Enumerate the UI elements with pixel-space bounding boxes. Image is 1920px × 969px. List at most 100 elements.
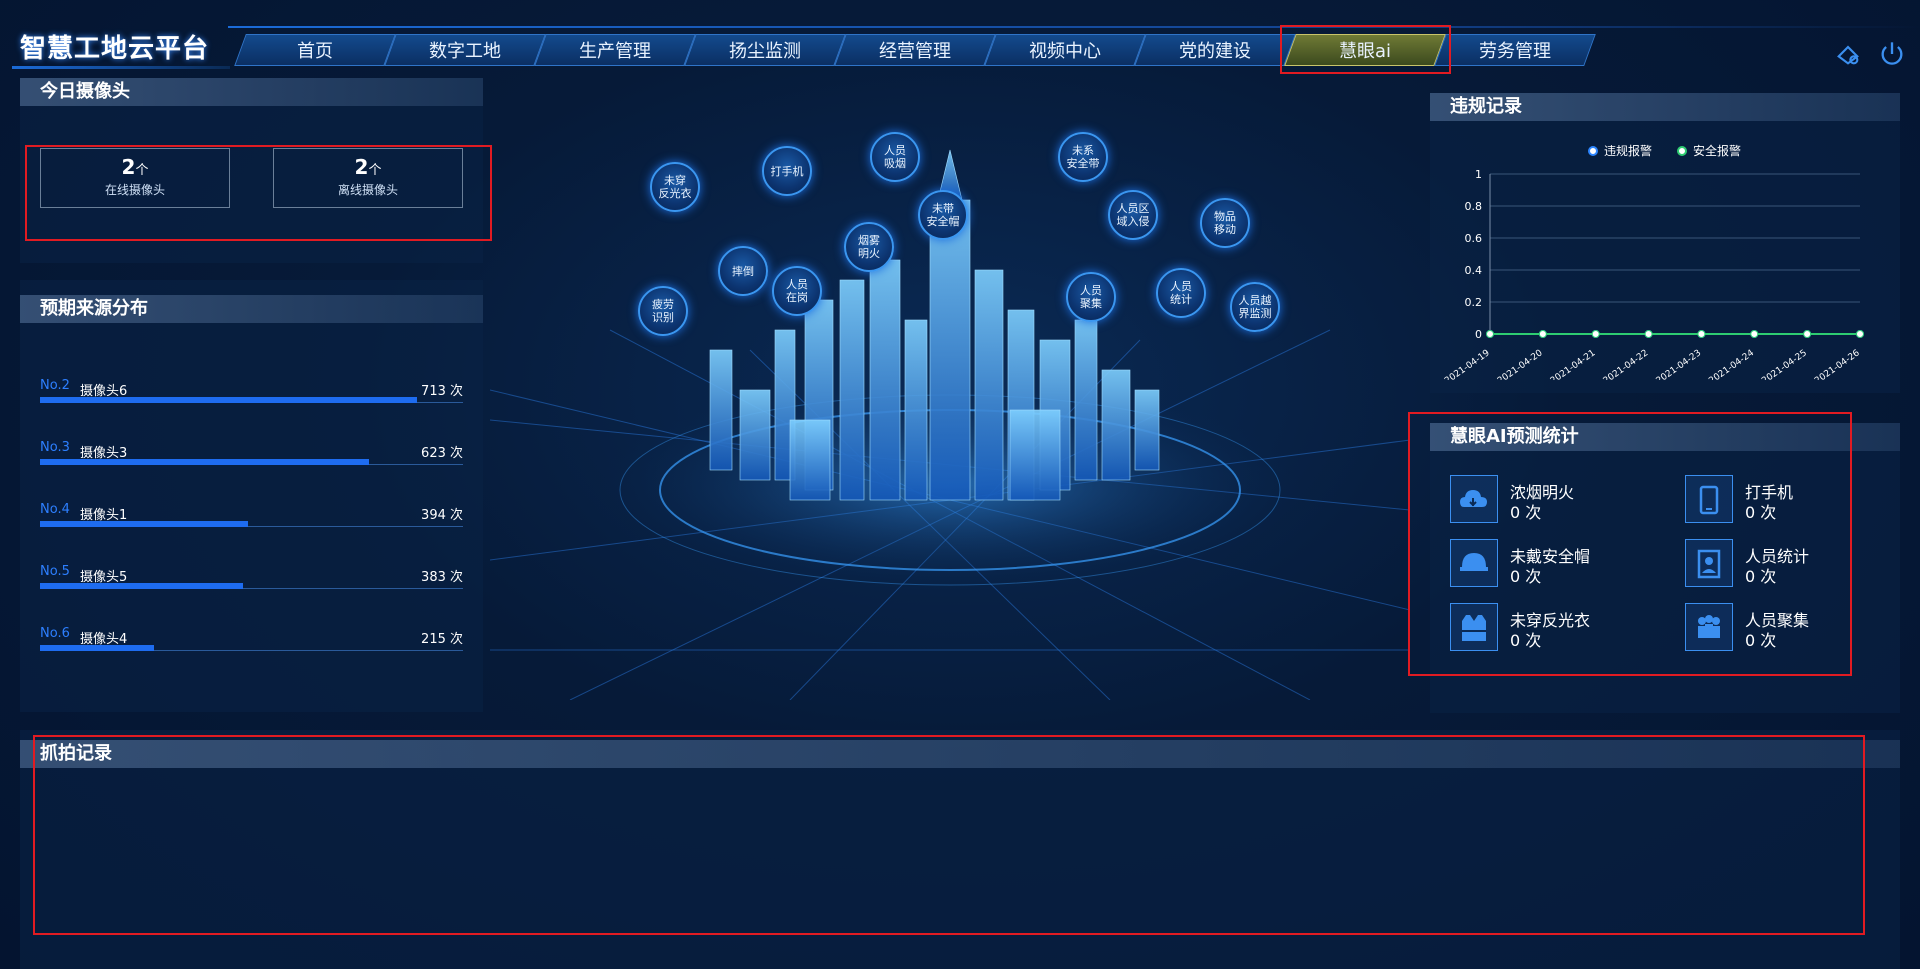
x-tick-label: 2021-04-24 bbox=[1707, 348, 1756, 380]
nav-label: 党的建设 bbox=[1179, 41, 1251, 62]
x-tick-label: 2021-04-23 bbox=[1655, 348, 1704, 380]
phone-icon bbox=[1699, 485, 1719, 515]
rank-bar bbox=[40, 397, 417, 403]
nav-label: 生产管理 bbox=[579, 41, 651, 62]
rank-row: No.4 摄像头1 394 次 bbox=[40, 502, 463, 530]
vest-icon bbox=[1462, 615, 1486, 641]
data-point bbox=[1486, 330, 1494, 338]
stat-icon-box bbox=[1450, 475, 1498, 523]
nav-party[interactable]: 党的建设 bbox=[1134, 34, 1296, 66]
violation-chart: 10.80.60.40.202021-04-19 2021-04-20 2021-0… bbox=[1443, 168, 1864, 380]
app-title: 智慧工地云平台 bbox=[20, 34, 210, 64]
rank-bar bbox=[40, 583, 243, 589]
person-count-icon bbox=[1697, 549, 1721, 579]
ai-stat-item: 浓烟明火 0 次 bbox=[1450, 475, 1680, 525]
ai-capability-bubble[interactable]: 人员 吸烟 bbox=[870, 132, 920, 182]
ai-stat-item: 人员聚集 0 次 bbox=[1685, 603, 1915, 653]
stat-icon-box bbox=[1685, 475, 1733, 523]
ai-stat-item: 打手机 0 次 bbox=[1685, 475, 1915, 525]
ai-capability-bubble[interactable]: 疲劳 识别 bbox=[638, 286, 688, 336]
source-panel: 预期来源分布 No.2 摄像头6 713 次 No.3 摄像头3 623 次 No.4 摄像头… bbox=[20, 280, 483, 712]
legend-marker-safety bbox=[1677, 145, 1687, 156]
nav-digital-site[interactable]: 数字工地 bbox=[384, 34, 546, 66]
y-tick-label: 1 bbox=[1475, 168, 1482, 181]
ai-capability-bubble[interactable]: 打手机 bbox=[762, 146, 812, 196]
ai-capability-bubble[interactable]: 烟雾 明火 bbox=[844, 222, 894, 272]
ai-capability-bubble[interactable]: 人员 聚集 bbox=[1066, 272, 1116, 322]
nav-labor[interactable]: 劳务管理 bbox=[1434, 34, 1596, 66]
cloud-fire-icon bbox=[1460, 490, 1487, 507]
nav-label: 劳务管理 bbox=[1479, 41, 1551, 62]
ai-capability-bubble[interactable]: 未穿 反光衣 bbox=[650, 162, 700, 212]
rank-row: No.2 摄像头6 713 次 bbox=[40, 378, 463, 406]
online-label: 在线摄像头 bbox=[104, 183, 165, 197]
stat-value: 0 次 bbox=[1510, 503, 1542, 522]
rank-no: No.2 bbox=[40, 378, 70, 393]
data-point bbox=[1697, 330, 1706, 338]
ai-capability-bubble[interactable]: 人员 统计 bbox=[1156, 268, 1206, 318]
camera-panel: 今日摄像头 2个 在线摄像头 2个 离线摄像头 bbox=[20, 78, 483, 263]
legend-marker-violation bbox=[1588, 145, 1598, 156]
nav-home[interactable]: 首页 bbox=[234, 34, 396, 66]
online-count: 2个 bbox=[41, 155, 229, 179]
y-tick-label: 0.6 bbox=[1465, 232, 1483, 245]
rank-bar bbox=[40, 645, 154, 651]
ai-stat-item: 人员统计 0 次 bbox=[1685, 539, 1915, 589]
helmet-icon bbox=[1460, 553, 1488, 571]
rank-no: No.4 bbox=[40, 502, 70, 517]
x-tick-label: 2021-04-20 bbox=[1496, 348, 1545, 380]
legend-violation: 违规报警 bbox=[1588, 142, 1652, 159]
panel-title: 预期来源分布 bbox=[20, 295, 483, 323]
nav-label: 慧眼ai bbox=[1338, 41, 1392, 62]
stat-icon-box bbox=[1685, 539, 1733, 587]
rank-no: No.5 bbox=[40, 564, 70, 579]
ai-stats-panel: 慧眼AI预测统计 浓烟明火 0 次打手机 0 次未戴安全帽 0 次人员统计 0 次未穿反… bbox=[1430, 423, 1900, 713]
y-tick-label: 0.8 bbox=[1465, 200, 1483, 213]
ai-capability-bubble[interactable]: 未带 安全帽 bbox=[918, 190, 968, 240]
ai-capability-bubble[interactable]: 人员区 域入侵 bbox=[1108, 190, 1158, 240]
nav-production[interactable]: 生产管理 bbox=[534, 34, 696, 66]
maintenance-icon[interactable] bbox=[1834, 40, 1862, 68]
offline-label: 离线摄像头 bbox=[337, 183, 398, 197]
rank-row: No.3 摄像头3 623 次 bbox=[40, 440, 463, 468]
offline-count: 2个 bbox=[274, 155, 462, 179]
y-tick-label: 0 bbox=[1475, 328, 1482, 341]
data-point bbox=[1644, 330, 1653, 338]
panel-title: 今日摄像头 bbox=[20, 78, 483, 106]
nav-operations[interactable]: 经营管理 bbox=[834, 34, 996, 66]
snapshot-panel: 抓拍记录 bbox=[20, 730, 1900, 969]
rank-value: 215 次 bbox=[421, 632, 463, 647]
rank-bar bbox=[40, 521, 249, 527]
rank-value: 394 次 bbox=[421, 508, 463, 523]
offline-camera-card[interactable]: 2个 离线摄像头 bbox=[273, 148, 463, 208]
top-icons bbox=[1834, 40, 1906, 68]
ai-capability-bubble[interactable]: 人员 在岗 bbox=[772, 266, 822, 316]
nav-label: 扬尘监测 bbox=[729, 41, 801, 62]
online-camera-card[interactable]: 2个 在线摄像头 bbox=[40, 148, 230, 208]
rank-value: 383 次 bbox=[421, 570, 463, 585]
nav-video-center[interactable]: 视频中心 bbox=[984, 34, 1146, 66]
ai-capability-bubble[interactable]: 物品 移动 bbox=[1200, 198, 1250, 248]
nav-label: 经营管理 bbox=[879, 41, 951, 62]
ai-capability-bubble[interactable]: 摔倒 bbox=[718, 246, 768, 296]
x-tick-label: 2021-04-22 bbox=[1602, 348, 1651, 380]
stat-icon-box bbox=[1450, 539, 1498, 587]
data-point bbox=[1591, 330, 1600, 338]
crowd-icon bbox=[1698, 615, 1720, 638]
power-icon[interactable] bbox=[1878, 40, 1906, 68]
nav-dust-monitor[interactable]: 扬尘监测 bbox=[684, 34, 846, 66]
ai-capability-bubble[interactable]: 未系 安全带 bbox=[1058, 132, 1108, 182]
online-count-value: 2 bbox=[121, 155, 136, 179]
rank-row: No.6 摄像头4 215 次 bbox=[40, 626, 463, 654]
stat-value: 0 次 bbox=[1510, 567, 1542, 586]
stat-value: 0 次 bbox=[1510, 631, 1542, 650]
legend-safety: 安全报警 bbox=[1677, 142, 1741, 159]
ai-capability-bubble[interactable]: 人员越 界监测 bbox=[1230, 282, 1280, 332]
rank-bar bbox=[40, 459, 370, 465]
panel-title: 慧眼AI预测统计 bbox=[1430, 423, 1900, 451]
nav-ai-eye[interactable]: 慧眼ai bbox=[1284, 34, 1446, 66]
data-point bbox=[1538, 330, 1547, 338]
stat-value: 0 次 bbox=[1745, 567, 1777, 586]
stat-value: 0 次 bbox=[1745, 631, 1777, 650]
title-underline bbox=[12, 66, 230, 69]
